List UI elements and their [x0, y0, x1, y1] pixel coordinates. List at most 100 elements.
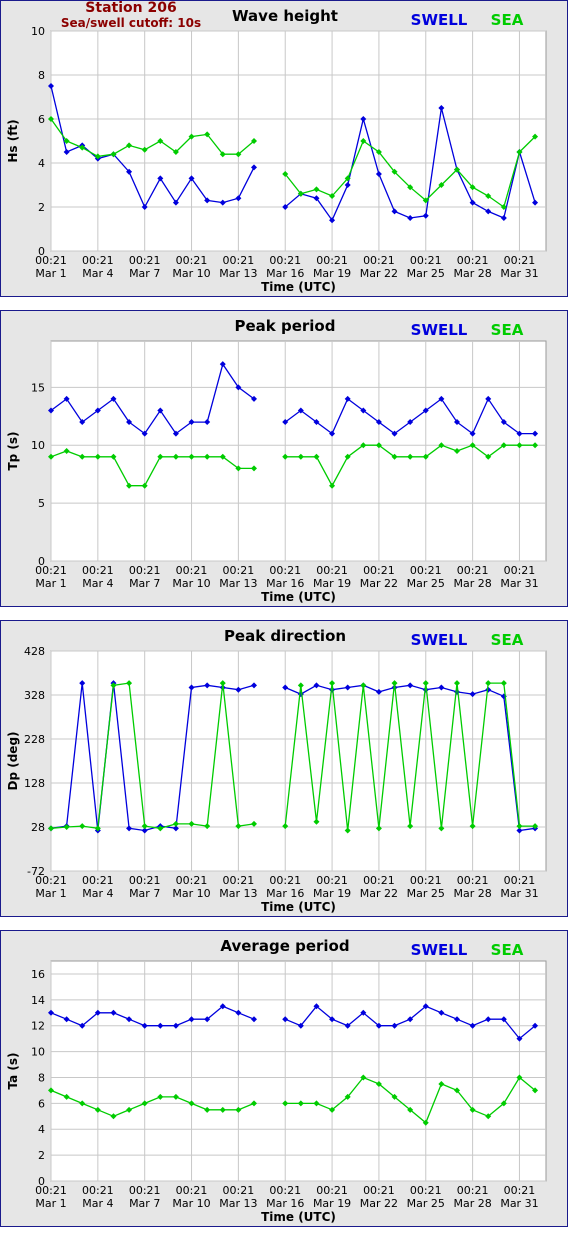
legend-swell: SWELL	[411, 11, 468, 29]
x-tick-time: 00:21	[504, 254, 536, 267]
x-tick-date: Mar 31	[500, 1197, 538, 1210]
x-tick-date: Mar 13	[219, 1197, 257, 1210]
y-tick-label: 2	[38, 1149, 45, 1162]
x-tick-date: Mar 13	[219, 267, 257, 280]
y-tick-label: 8	[38, 1071, 45, 1084]
x-tick-time: 00:21	[82, 254, 114, 267]
x-tick-time: 00:21	[176, 254, 208, 267]
y-tick-label: 12	[31, 1020, 45, 1033]
x-tick-time: 00:21	[82, 1184, 114, 1197]
y-tick-label: 328	[24, 689, 45, 702]
average-period-chart: 024681012141600:21Mar 100:21Mar 400:21Ma…	[6, 937, 547, 1224]
station-header: Station 206 Sea/swell cutoff: 10s	[56, 1, 206, 31]
x-tick-time: 00:21	[504, 1184, 536, 1197]
y-axis-label: Hs (ft)	[6, 119, 20, 162]
legend-sea: SEA	[491, 631, 524, 649]
x-tick-date: Mar 4	[82, 577, 113, 590]
x-tick-time: 00:21	[129, 1184, 161, 1197]
x-tick-date: Mar 31	[500, 887, 538, 900]
x-tick-date: Mar 28	[453, 887, 491, 900]
x-tick-time: 00:21	[176, 874, 208, 887]
x-tick-time: 00:21	[457, 874, 489, 887]
x-tick-time: 00:21	[504, 564, 536, 577]
x-tick-date: Mar 19	[313, 1197, 351, 1210]
x-tick-time: 00:21	[223, 1184, 255, 1197]
x-tick-date: Mar 1	[35, 267, 66, 280]
chart-title: Peak period	[235, 317, 336, 335]
y-tick-label: 15	[31, 381, 45, 394]
x-tick-time: 00:21	[35, 254, 67, 267]
y-tick-label: 6	[38, 113, 45, 126]
x-tick-time: 00:21	[316, 1184, 348, 1197]
x-tick-date: Mar 22	[360, 577, 398, 590]
average-period-panel: 0 2 4 6 8 10 12 14 16 00:21 Mar 1 00:21 Mar 4 00:21 Ma…	[0, 930, 568, 1227]
x-tick-date: Mar 4	[82, 887, 113, 900]
y-tick-label: 428	[24, 645, 45, 658]
chart-title: Wave height	[232, 7, 338, 25]
x-tick-date: Mar 10	[172, 887, 210, 900]
legend-swell: SWELL	[411, 631, 468, 649]
x-axis-label: Time (UTC)	[261, 1210, 336, 1224]
x-tick-date: Mar 28	[453, 267, 491, 280]
peak-period-panel: 0 5 10 15 00:21 Mar 1 00:21 Mar 4 00:21 Mar 7 00:2…	[0, 310, 568, 607]
x-tick-date: Mar 19	[313, 577, 351, 590]
legend-sea: SEA	[491, 321, 524, 339]
cutoff-label: Sea/swell cutoff: 10s	[60, 16, 202, 30]
x-tick-time: 00:21	[82, 564, 114, 577]
x-tick-date: Mar 22	[360, 1197, 398, 1210]
x-tick-time: 00:21	[316, 874, 348, 887]
x-tick-date: Mar 19	[313, 887, 351, 900]
x-tick-date: Mar 25	[407, 577, 445, 590]
x-tick-time: 00:21	[316, 564, 348, 577]
x-tick-time: 00:21	[363, 254, 395, 267]
x-tick-date: Mar 13	[219, 887, 257, 900]
y-tick-label: 10	[31, 439, 45, 452]
x-tick-date: Mar 7	[129, 267, 160, 280]
y-tick-label: 4	[38, 157, 45, 170]
x-tick-date: Mar 25	[407, 887, 445, 900]
y-tick-label: 5	[38, 497, 45, 510]
legend-sea: SEA	[491, 11, 524, 29]
y-tick-label: 28	[31, 821, 45, 834]
y-axis-label: Dp (deg)	[6, 731, 20, 790]
peak-direction-panel: -72 28 128 228 328 428 00:21 Mar 1 00:21 Mar 4 00:…	[0, 620, 568, 917]
legend-swell: SWELL	[411, 941, 468, 959]
x-tick-date: Mar 16	[266, 1197, 304, 1210]
x-tick-date: Mar 25	[407, 267, 445, 280]
x-tick-date: Mar 1	[35, 577, 66, 590]
x-tick-time: 00:21	[457, 254, 489, 267]
y-tick-label: 128	[24, 777, 45, 790]
x-tick-time: 00:21	[223, 254, 255, 267]
plot-area	[50, 30, 547, 252]
peak-period-chart: 05101500:21Mar 100:21Mar 400:21Mar 700:2…	[6, 317, 547, 604]
x-tick-time: 00:21	[223, 874, 255, 887]
x-tick-time: 00:21	[410, 564, 442, 577]
y-tick-label: 6	[38, 1097, 45, 1110]
y-tick-label: 10	[31, 1046, 45, 1059]
y-axis-label: Tp (s)	[6, 431, 20, 470]
x-tick-time: 00:21	[35, 564, 67, 577]
x-tick-date: Mar 7	[129, 887, 160, 900]
x-tick-date: Mar 7	[129, 1197, 160, 1210]
chart-title: Peak direction	[224, 627, 346, 645]
wave-height-chart: 024681000:21Mar 100:21Mar 400:21Mar 700:…	[6, 7, 547, 294]
x-tick-date: Mar 4	[82, 1197, 113, 1210]
x-tick-time: 00:21	[129, 874, 161, 887]
x-tick-time: 00:21	[363, 564, 395, 577]
x-tick-time: 00:21	[35, 874, 67, 887]
x-tick-date: Mar 1	[35, 887, 66, 900]
x-tick-time: 00:21	[176, 564, 208, 577]
x-tick-time: 00:21	[410, 1184, 442, 1197]
x-tick-date: Mar 1	[35, 1197, 66, 1210]
y-tick-label: 16	[31, 968, 45, 981]
x-axis-label: Time (UTC)	[261, 280, 336, 294]
legend-sea: SEA	[491, 941, 524, 959]
x-tick-time: 00:21	[269, 564, 301, 577]
x-tick-date: Mar 16	[266, 887, 304, 900]
x-tick-date: Mar 28	[453, 577, 491, 590]
x-tick-time: 00:21	[269, 254, 301, 267]
y-tick-label: 8	[38, 69, 45, 82]
x-tick-date: Mar 31	[500, 267, 538, 280]
x-tick-date: Mar 22	[360, 267, 398, 280]
x-tick-date: Mar 16	[266, 267, 304, 280]
